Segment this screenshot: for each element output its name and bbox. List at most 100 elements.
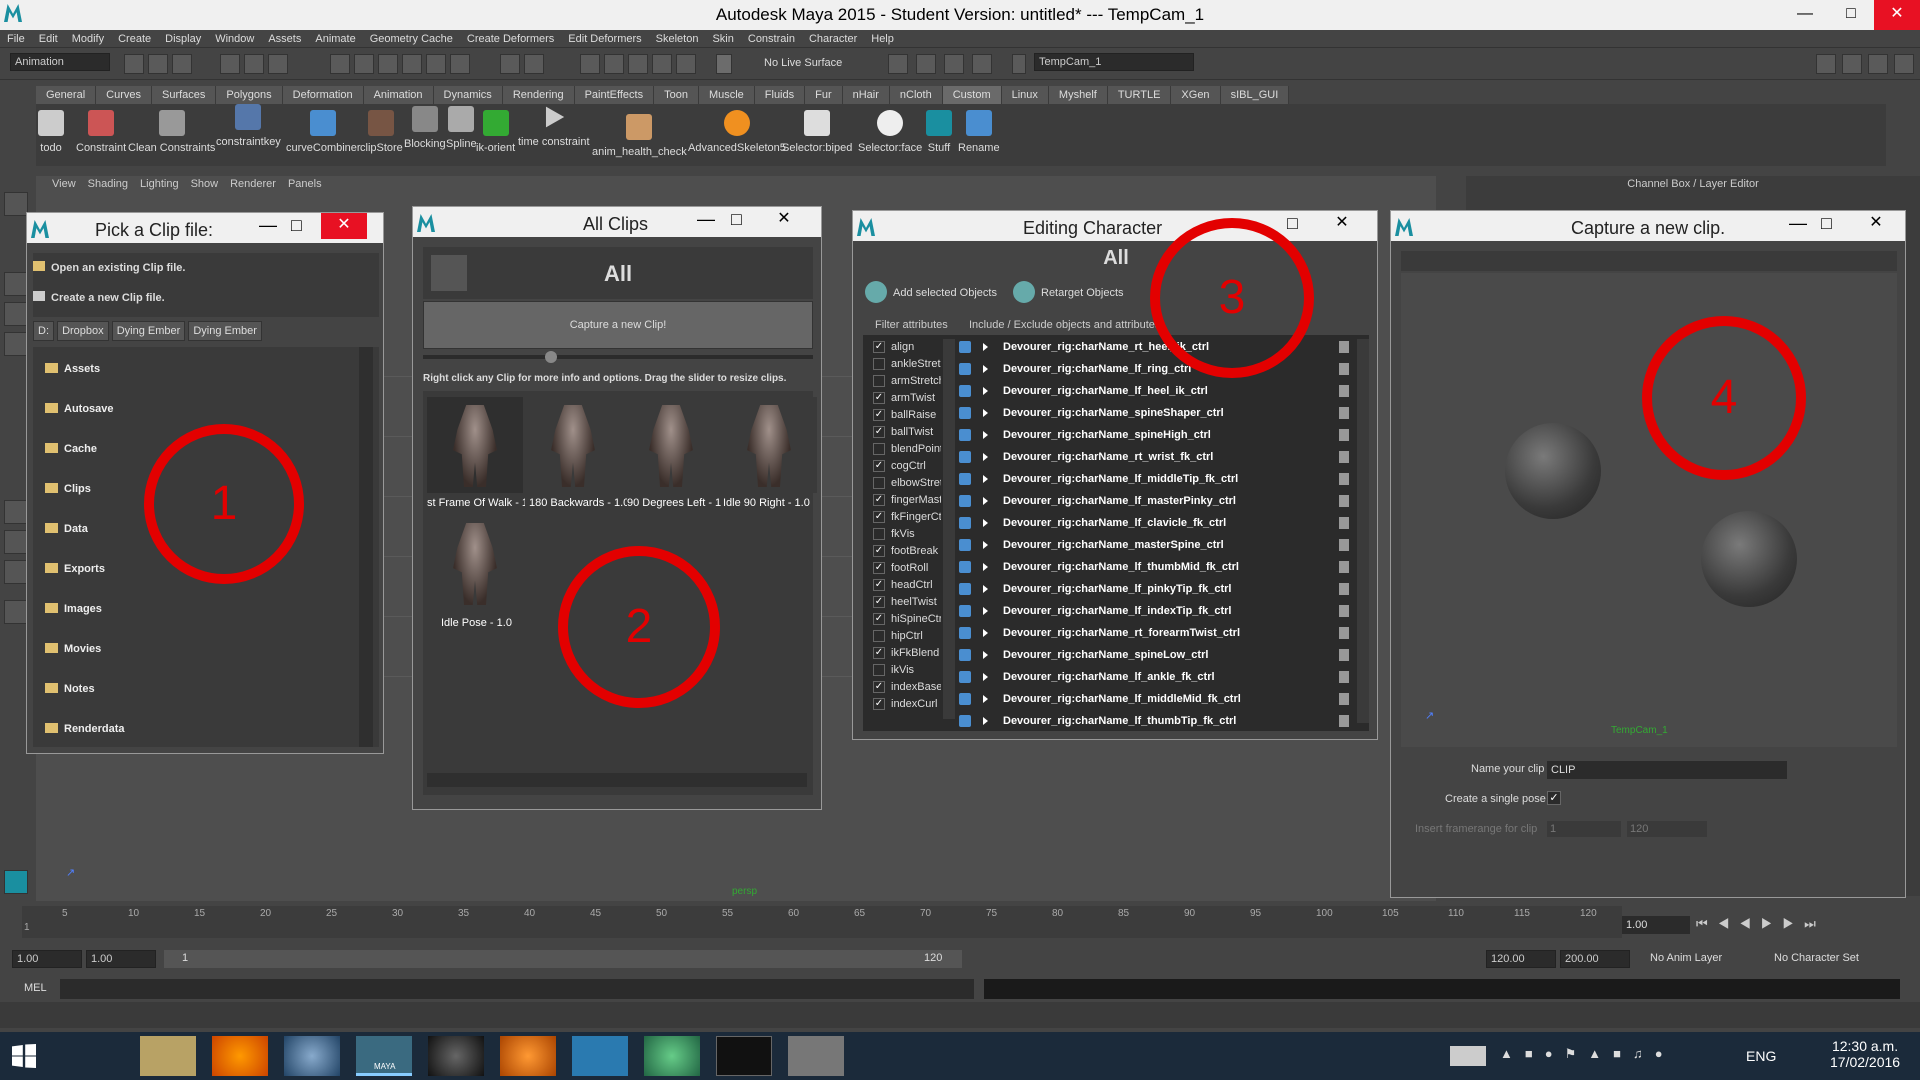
menu-set-dropdown[interactable]: Animation — [10, 53, 110, 71]
shelf-blocking-button[interactable]: Blocking — [404, 106, 446, 150]
windows-start-icon[interactable] — [12, 1044, 36, 1068]
menu-skin[interactable]: Skin — [705, 30, 740, 48]
panel-menu-panels[interactable]: Panels — [282, 176, 328, 192]
crumb-dying-ember[interactable]: Dying Ember — [111, 321, 186, 341]
expand-arrow-icon[interactable] — [983, 409, 988, 417]
trash-icon[interactable] — [1339, 605, 1349, 617]
expand-arrow-icon[interactable] — [983, 695, 988, 703]
expand-arrow-icon[interactable] — [983, 563, 988, 571]
menu-edit-deformers[interactable]: Edit Deformers — [561, 30, 648, 48]
open-clip-link[interactable]: Open an existing Clip file. — [33, 261, 185, 274]
shelf-ik-orient-button[interactable]: ik-orient — [476, 110, 515, 154]
trash-icon[interactable] — [1339, 583, 1349, 595]
attribute-checkbox[interactable] — [873, 358, 885, 370]
shelf-selector-face-button[interactable]: Selector:face — [858, 110, 922, 154]
snap-plane-icon[interactable] — [402, 54, 422, 74]
trash-icon[interactable] — [1339, 473, 1349, 485]
save-scene-icon[interactable] — [172, 54, 192, 74]
attribute-checkbox[interactable] — [873, 630, 885, 642]
add-selected-objects-button[interactable]: Add selected Objects — [865, 281, 997, 303]
object-row[interactable]: Devourer_rig:charName_lf_middleTip_fk_ct… — [975, 471, 1307, 487]
capture-clip-close-button[interactable]: ✕ — [1853, 211, 1899, 237]
capture-viewport[interactable]: ↗ TempCam_1 — [1401, 273, 1897, 747]
select-component-icon[interactable] — [268, 54, 288, 74]
object-select-icon[interactable] — [959, 429, 971, 441]
object-select-icon[interactable] — [959, 473, 971, 485]
attribute-checkbox[interactable]: ✓ — [873, 681, 885, 693]
object-select-icon[interactable] — [959, 407, 971, 419]
menu-window[interactable]: Window — [208, 30, 261, 48]
shelf-stuff-button[interactable]: Stuff — [926, 110, 952, 154]
camera-field[interactable]: TempCam_1 — [1034, 53, 1194, 71]
tab-nhair[interactable]: nHair — [842, 86, 890, 104]
magnet-icon[interactable] — [652, 54, 672, 74]
object-select-icon[interactable] — [959, 649, 971, 661]
object-row[interactable]: Devourer_rig:charName_lf_ankle_fk_ctrl — [975, 669, 1307, 685]
folder-assets[interactable]: Assets — [45, 363, 100, 375]
move-tool-icon[interactable] — [4, 272, 28, 296]
shelf-advancedskeleton5-button[interactable]: AdvancedSkeleton5 — [688, 110, 786, 154]
taskbar-atom-icon[interactable] — [644, 1036, 700, 1076]
attribute-checkbox[interactable]: ✓ — [873, 562, 885, 574]
attribute-checkbox[interactable]: ✓ — [873, 341, 885, 353]
capture-new-clip-button[interactable]: Capture a new Clip! — [423, 301, 813, 349]
tab-polygons[interactable]: Polygons — [216, 86, 283, 104]
all-clips-minimize-button[interactable]: — — [697, 209, 715, 230]
tab-linux[interactable]: Linux — [1001, 86, 1049, 104]
expand-arrow-icon[interactable] — [983, 431, 988, 439]
attribute-checkbox[interactable]: ✓ — [873, 698, 885, 710]
clip-thumbnail[interactable] — [427, 515, 523, 611]
pick-clip-close-button[interactable]: ✕ — [321, 213, 367, 239]
scene-end-field[interactable]: 200.00 — [1560, 950, 1630, 968]
tab-fur[interactable]: Fur — [805, 86, 843, 104]
expand-arrow-icon[interactable] — [983, 343, 988, 351]
panel-menu-renderer[interactable]: Renderer — [224, 176, 282, 192]
modeling-toolkit-icon[interactable] — [1816, 54, 1836, 74]
object-row[interactable]: Devourer_rig:charName_lf_middleMid_fk_ct… — [975, 691, 1307, 707]
minimize-button[interactable]: — — [1782, 0, 1828, 30]
pick-clip-minimize-button[interactable]: — — [259, 215, 277, 236]
tool-settings-icon[interactable] — [1868, 54, 1888, 74]
clips-horizontal-scrollbar[interactable] — [427, 773, 807, 787]
folder-cache[interactable]: Cache — [45, 443, 97, 455]
clip-name-input[interactable]: CLIP — [1547, 761, 1787, 779]
resize-slider-track[interactable] — [423, 355, 813, 359]
folder-data[interactable]: Data — [45, 523, 88, 535]
object-row[interactable]: Devourer_rig:charName_lf_heel_ik_ctrl — [975, 383, 1307, 399]
resize-slider-handle[interactable] — [545, 351, 557, 363]
help-icon[interactable] — [450, 54, 470, 74]
tab-surfaces[interactable]: Surfaces — [151, 86, 217, 104]
tab-ncloth[interactable]: nCloth — [889, 86, 943, 104]
shelf-time-constraint-button[interactable]: time constraint — [518, 104, 590, 148]
lock-icon[interactable] — [500, 54, 520, 74]
folder-movies[interactable]: Movies — [45, 643, 101, 655]
make-live-icon[interactable] — [426, 54, 446, 74]
crumb-dying-ember-2[interactable]: Dying Ember — [188, 321, 262, 341]
tab-painteffects[interactable]: PaintEffects — [574, 86, 655, 104]
taskbar-computer-icon[interactable] — [68, 1036, 124, 1076]
attribute-checkbox[interactable]: ✓ — [873, 392, 885, 404]
attribute-checkbox[interactable] — [873, 443, 885, 455]
select-object-icon[interactable] — [244, 54, 264, 74]
menu-geometry-cache[interactable]: Geometry Cache — [363, 30, 460, 48]
shelf-constraint-button[interactable]: Constraint — [76, 110, 126, 154]
object-row[interactable]: Devourer_rig:charName_rt_forearmTwist_ct… — [975, 625, 1307, 641]
expand-arrow-icon[interactable] — [983, 607, 988, 615]
layout-single-icon[interactable] — [4, 500, 28, 524]
taskbar-gimp-icon[interactable] — [788, 1036, 844, 1076]
trash-icon[interactable] — [1339, 715, 1349, 727]
folder-exports[interactable]: Exports — [45, 563, 105, 575]
taskbar-blender-icon[interactable] — [500, 1036, 556, 1076]
channel-box-icon[interactable] — [1894, 54, 1914, 74]
maximize-button[interactable]: □ — [1828, 0, 1874, 30]
menu-constrain[interactable]: Constrain — [741, 30, 802, 48]
layout-graph-icon[interactable] — [4, 600, 28, 624]
folder-renderdata[interactable]: Renderdata — [45, 723, 125, 735]
create-clip-link[interactable]: Create a new Clip file. — [33, 291, 165, 304]
object-select-icon[interactable] — [959, 561, 971, 573]
menu-create-deformers[interactable]: Create Deformers — [460, 30, 561, 48]
object-select-icon[interactable] — [959, 517, 971, 529]
object-select-icon[interactable] — [959, 451, 971, 463]
trash-icon[interactable] — [1339, 539, 1349, 551]
scale-tool-icon[interactable] — [4, 332, 28, 356]
